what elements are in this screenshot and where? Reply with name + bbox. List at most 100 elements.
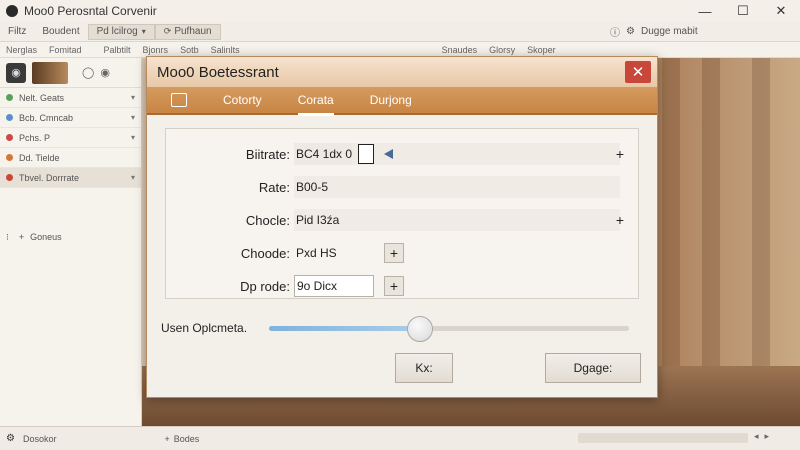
conversion-dialog: Moo0 Boetessrant ✕ Cotorty Corata Durjon…	[146, 56, 658, 398]
window-title: Moo0 Perosntal Corvenir	[24, 4, 157, 18]
sidebar-item-selected[interactable]: Tbvel. Dorrrate ▾	[0, 168, 141, 188]
choice2-field[interactable]: Pxd HS	[294, 242, 337, 264]
chevron-down-icon: ▾	[141, 27, 146, 36]
mode-input[interactable]: 9o Dicx	[294, 275, 374, 297]
circle-icon[interactable]: ◯	[82, 66, 94, 79]
minimize-button[interactable]: —	[686, 0, 724, 22]
slider-track[interactable]	[269, 316, 629, 342]
rate-field[interactable]: B00-5	[294, 176, 328, 198]
horizontal-scrollbar[interactable]	[578, 433, 748, 443]
export-icon[interactable]	[171, 93, 187, 107]
choice1-field[interactable]: Pid I3źa	[294, 209, 339, 231]
toolbar-item[interactable]: Fomitad	[43, 45, 88, 55]
ok-button[interactable]: Kx:	[395, 353, 453, 383]
slider-label: Usen Oplcmeta.	[161, 321, 248, 335]
status-dot-icon	[6, 174, 13, 181]
main-titlebar: Moo0 Perosntal Corvenir — ☐ ✕	[0, 0, 800, 22]
bitrate-add-button[interactable]: +	[616, 146, 624, 162]
add-icon: ⁝	[6, 231, 9, 242]
mode-row: Dp rode: 9o Dicx +	[166, 272, 638, 300]
settings-icon[interactable]: ⚙	[626, 26, 635, 37]
sidebar-bottom-item[interactable]: ⁝ + Goneus	[0, 228, 62, 246]
menu-dropdown[interactable]: Pd lcilrog ▾	[87, 23, 155, 40]
slider-thumb[interactable]	[407, 316, 434, 342]
app-logo-icon	[6, 5, 18, 17]
mode-label: Dp rode:	[240, 278, 290, 294]
status-dot-icon	[6, 134, 13, 141]
maximize-button[interactable]: ☐	[724, 0, 762, 22]
toolbar-item[interactable]: Palbtilt	[98, 45, 137, 55]
settings-form: Biitrate: BC4 1dx 0 + Rate: B00-5 Chocle…	[165, 128, 639, 299]
tab-durjong[interactable]: Durjong	[370, 86, 412, 114]
bitrate-label: Biitrate:	[245, 146, 290, 162]
toolbar-item[interactable]: Snaudes	[436, 45, 484, 55]
close-window-button[interactable]: ✕	[762, 0, 800, 22]
chevron-down-icon: ▾	[130, 93, 135, 102]
refresh-icon: ⟳	[163, 26, 172, 36]
toolbar-item[interactable]: Sotb	[174, 45, 205, 55]
menu-item-2[interactable]: Boudent	[34, 26, 87, 37]
choice1-label: Chocle:	[245, 212, 290, 228]
menubar-right-group: ⓘ ⚙ Dugge mabit	[610, 24, 698, 39]
quality-slider-row: Usen Oplcmeta.	[161, 313, 641, 343]
choice1-add-button[interactable]: +	[616, 212, 624, 228]
sidebar-item[interactable]: Dd. Tielde	[0, 148, 141, 168]
toolbar-item[interactable]: Glorsy	[483, 45, 521, 55]
chevron-down-icon: ▾	[130, 133, 135, 142]
sidebar-item[interactable]: Pchs. P ▾	[0, 128, 141, 148]
add-small-icon: +	[18, 232, 25, 242]
sidebar-item[interactable]: Bcb. Cmncab ▾	[0, 108, 141, 128]
toolbar-item[interactable]: Salinlts	[205, 45, 246, 55]
add-icon[interactable]: +	[156, 434, 169, 444]
tab-corata[interactable]: Corata	[297, 86, 334, 116]
sidebar-item-label: Pchs. P	[19, 132, 51, 143]
sidebar-item[interactable]: Nelt. Geats ▾	[0, 88, 141, 108]
bitrate-color-swatch[interactable]	[358, 144, 375, 164]
tab-cotorty[interactable]: Cotorty	[223, 86, 262, 114]
sidebar-item-label: Tbvel. Dorrrate	[19, 172, 80, 183]
toolbar-item[interactable]: Skoper	[521, 45, 562, 55]
choice1-row: Chocle: Pid I3źa +	[166, 206, 638, 234]
video-thumbnail[interactable]	[32, 61, 68, 84]
menu-item-file[interactable]: Filtz	[0, 26, 34, 37]
status-dot-icon	[6, 154, 13, 161]
record-icon[interactable]: ◉	[100, 66, 110, 79]
rate-row: Rate: B00-5	[166, 173, 638, 201]
sidebar-item-label: Bcb. Cmncab	[19, 112, 74, 123]
scroll-arrows-icon[interactable]: ◂▸	[754, 431, 775, 442]
toolbar-item[interactable]: Nerglas	[0, 45, 43, 55]
menu-dropdown-label: Pd lcilrog	[96, 26, 138, 37]
chevron-down-icon: ▾	[130, 113, 135, 122]
play-left-icon[interactable]	[384, 149, 394, 159]
window-controls: — ☐ ✕	[686, 0, 800, 22]
row-strip	[294, 176, 620, 198]
row-strip	[294, 209, 620, 231]
choice2-add-button[interactable]: +	[384, 243, 404, 263]
sidebar: ◉ ◯ ◉ Nelt. Geats ▾ Bcb. Cmncab ▾ Pchs. P ▾…	[0, 58, 142, 426]
camera-icon[interactable]: ◉	[6, 62, 26, 83]
dialog-close-button[interactable]: ✕	[625, 61, 651, 83]
mode-add-button[interactable]: +	[384, 276, 404, 296]
info-icon[interactable]: ⓘ	[610, 24, 620, 39]
menubar: Filtz Boudent Pd lcilrog ▾ ⟳ Pufhaun ⓘ ⚙ D…	[0, 22, 800, 42]
sidebar-top-tools: ◉ ◯ ◉	[0, 58, 141, 88]
rate-label: Rate:	[258, 179, 290, 195]
status-right-label: Bodes	[173, 433, 200, 444]
secondary-button[interactable]: Dgage:	[545, 353, 641, 383]
statusbar: ⚙ Dosokor + Bodes ◂▸	[0, 426, 800, 450]
sidebar-item-label: Dd. Tielde	[19, 152, 60, 163]
slider-fill	[269, 326, 421, 331]
status-dot-icon	[6, 114, 13, 121]
status-dot-icon	[6, 94, 13, 101]
toolbar-item[interactable]: Bjonrs	[137, 45, 175, 55]
bitrate-row: Biitrate: BC4 1dx 0 +	[166, 140, 638, 168]
bitrate-field[interactable]: BC4 1dx 0	[294, 143, 353, 165]
menu-item-4[interactable]: ⟳ Pufhaun	[154, 23, 221, 40]
menu-item-4-label: Pufhaun	[174, 26, 212, 37]
chevron-down-icon: ▾	[130, 173, 135, 182]
dialog-title: Moo0 Boetessrant	[157, 63, 279, 81]
dialog-tabs: Cotorty Corata Durjong	[147, 86, 657, 116]
menubar-right-label[interactable]: Dugge mabit	[641, 26, 698, 37]
gear-icon[interactable]: ⚙	[6, 433, 15, 444]
choice2-label: Choode:	[240, 245, 290, 261]
